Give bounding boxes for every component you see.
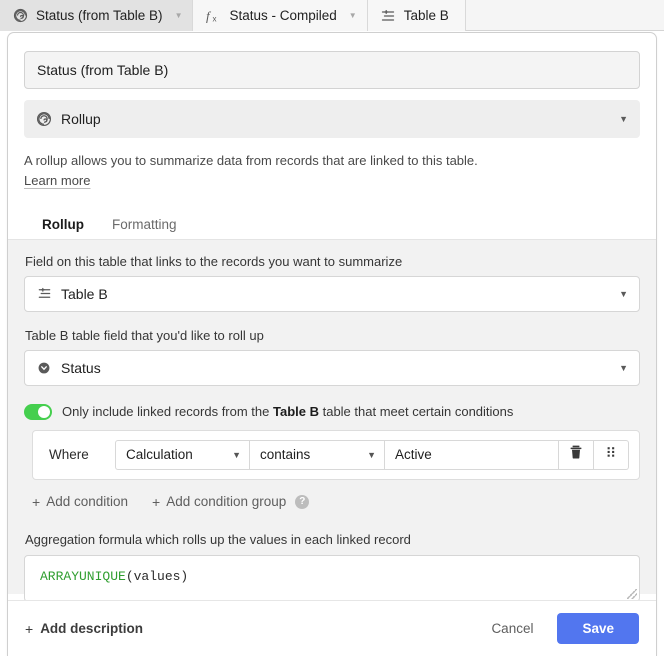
rollup-field-label: Table B table field that you'd like to r… bbox=[25, 327, 264, 343]
link-records-icon bbox=[380, 8, 396, 24]
formula-arguments: (values) bbox=[125, 568, 189, 584]
toggle-text-post: table that meet certain conditions bbox=[318, 404, 514, 420]
dialog-header: Rollup ▼ A rollup allows you to summariz… bbox=[8, 33, 656, 239]
sub-tabs: Rollup Formatting bbox=[24, 209, 640, 239]
rollup-settings-panel: Field on this table that links to the re… bbox=[8, 238, 656, 602]
trash-icon bbox=[570, 445, 582, 464]
rollup-spiral-icon bbox=[36, 111, 52, 127]
add-condition-button[interactable]: + Add condition bbox=[32, 494, 128, 510]
toggle-text-pre: Only include linked records from the bbox=[62, 404, 273, 420]
tab-label: Table B bbox=[403, 8, 449, 23]
toggle-knob bbox=[38, 405, 50, 418]
add-description-label: Add description bbox=[40, 621, 143, 636]
condition-field-select[interactable]: Calculation ▼ bbox=[115, 439, 250, 470]
condition-value-input[interactable]: Active bbox=[385, 439, 559, 470]
condition-where-label: Where bbox=[49, 447, 89, 463]
chevron-down-icon[interactable]: ▼ bbox=[349, 11, 357, 20]
field-name-input[interactable] bbox=[24, 51, 640, 89]
dialog-footer: + Add description Cancel Save bbox=[8, 600, 656, 656]
formula-function-name: ARRAYUNIQUE bbox=[40, 568, 126, 584]
link-records-icon bbox=[36, 286, 52, 302]
subtab-formatting[interactable]: Formatting bbox=[98, 211, 191, 239]
svg-text:x: x bbox=[213, 14, 217, 23]
delete-condition-button[interactable] bbox=[559, 439, 594, 470]
resize-handle-icon[interactable] bbox=[627, 588, 637, 599]
conditions-toggle[interactable] bbox=[24, 403, 52, 420]
add-condition-group-button[interactable]: + Add condition group bbox=[152, 494, 286, 510]
chevron-down-icon[interactable]: ▼ bbox=[619, 114, 628, 124]
link-field-select[interactable]: Table B ▼ bbox=[24, 275, 640, 312]
rollup-spiral-icon bbox=[12, 8, 28, 24]
drag-condition-handle[interactable] bbox=[594, 439, 629, 470]
rollup-field-select[interactable]: Status ▼ bbox=[24, 349, 640, 386]
tab-label: Status - Compiled bbox=[229, 8, 337, 23]
subtab-rollup[interactable]: Rollup bbox=[28, 210, 98, 239]
link-field-label: Field on this table that links to the re… bbox=[25, 253, 403, 269]
svg-text:f: f bbox=[206, 8, 212, 23]
formula-fx-icon: f x bbox=[205, 8, 221, 24]
conditions-toggle-label: Only include linked records from the Tab… bbox=[62, 404, 513, 419]
field-editor-dialog: Rollup ▼ A rollup allows you to summariz… bbox=[7, 32, 657, 656]
chevron-down-icon: ▼ bbox=[367, 449, 376, 460]
condition-row: Where Calculation ▼ contains ▼ Active bbox=[43, 439, 629, 470]
plus-icon: + bbox=[32, 493, 41, 510]
conditions-toggle-row: Only include linked records from the Tab… bbox=[24, 403, 640, 420]
condition-operator-select[interactable]: contains ▼ bbox=[250, 439, 385, 470]
toggle-text-table: Table B bbox=[272, 404, 319, 420]
field-type-label: Rollup bbox=[61, 111, 101, 127]
drag-handle-icon bbox=[606, 445, 616, 464]
condition-operator-value: contains bbox=[260, 447, 311, 463]
chevron-down-icon[interactable]: ▼ bbox=[175, 11, 183, 20]
tab-status-from-table-b[interactable]: Status (from Table B) ▼ bbox=[0, 0, 194, 31]
learn-more-link[interactable]: Learn more bbox=[24, 173, 90, 188]
chevron-down-icon[interactable]: ▼ bbox=[619, 289, 628, 299]
link-field-value: Table B bbox=[61, 285, 108, 302]
add-condition-label: Add condition bbox=[46, 494, 128, 510]
aggregation-formula-label: Aggregation formula which rolls up the v… bbox=[25, 531, 411, 547]
condition-field-value: Calculation bbox=[126, 447, 193, 463]
add-condition-row: + Add condition + Add condition group ? bbox=[32, 494, 640, 510]
tab-label: Status (from Table B) bbox=[36, 8, 163, 23]
tab-status-compiled[interactable]: f x Status - Compiled ▼ bbox=[193, 0, 368, 31]
conditions-panel: Where Calculation ▼ contains ▼ Active bbox=[32, 429, 640, 480]
rollup-field-value: Status bbox=[61, 359, 101, 376]
cancel-button[interactable]: Cancel bbox=[477, 614, 547, 643]
tab-table-b[interactable]: Table B bbox=[367, 0, 466, 31]
field-type-select[interactable]: Rollup ▼ bbox=[24, 100, 640, 138]
footer-actions: Cancel Save bbox=[477, 613, 639, 644]
single-select-icon bbox=[36, 360, 52, 376]
add-condition-group-label: Add condition group bbox=[166, 494, 287, 510]
chevron-down-icon: ▼ bbox=[232, 449, 241, 460]
aggregation-formula-input[interactable]: ARRAYUNIQUE(values) bbox=[24, 554, 640, 602]
field-type-description: A rollup allows you to summarize data fr… bbox=[24, 153, 478, 168]
chevron-down-icon[interactable]: ▼ bbox=[619, 363, 628, 373]
add-description-button[interactable]: + Add description bbox=[25, 621, 143, 637]
help-icon[interactable]: ? bbox=[295, 494, 310, 509]
save-button[interactable]: Save bbox=[557, 613, 639, 644]
tab-bar: Status (from Table B) ▼ f x Status - Com… bbox=[0, 0, 664, 31]
plus-icon: + bbox=[152, 493, 161, 510]
plus-icon: + bbox=[25, 620, 34, 637]
